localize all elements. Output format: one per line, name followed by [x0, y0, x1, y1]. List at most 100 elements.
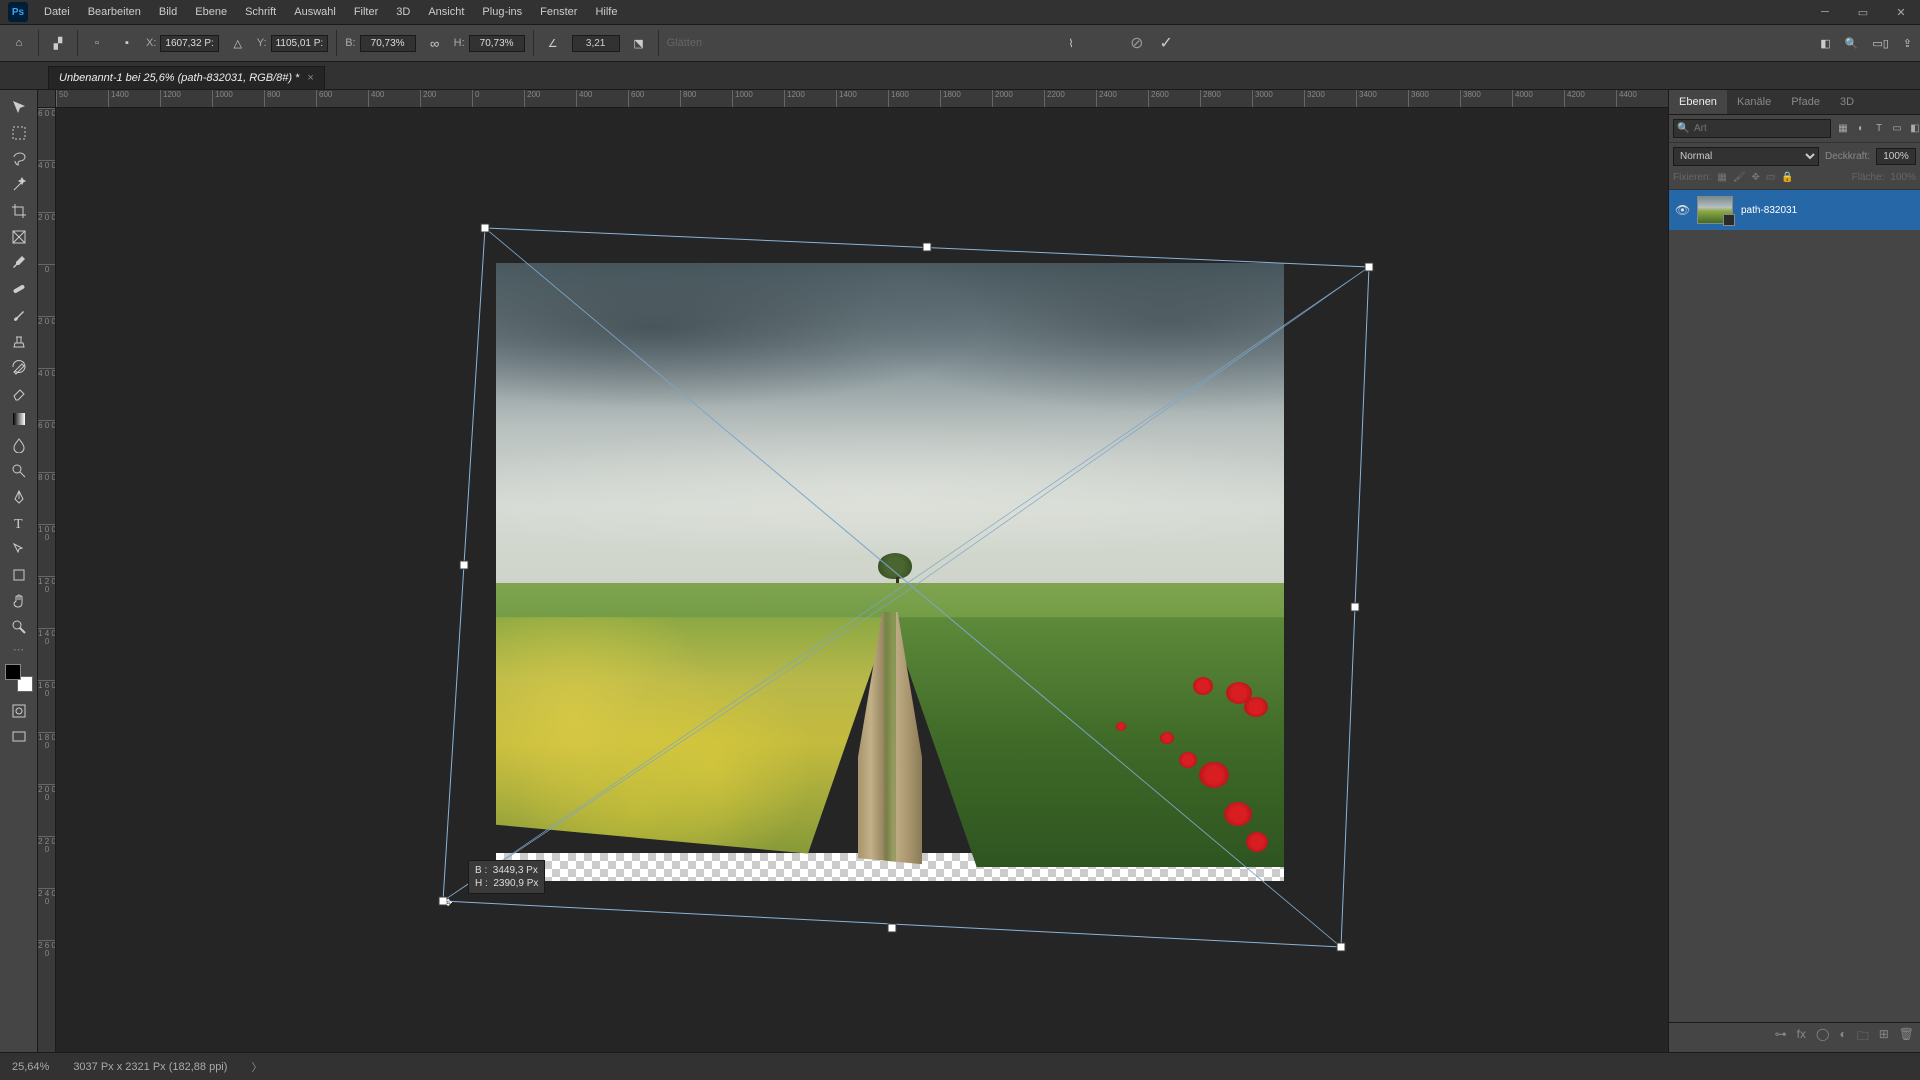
adjustment-layer-icon[interactable]: ◐ [1839, 1027, 1846, 1048]
path-selection-tool[interactable] [4, 536, 34, 562]
opacity-value[interactable]: 100% [1876, 148, 1916, 165]
window-maximize-button[interactable]: ▭ [1844, 0, 1882, 24]
link-aspect-icon[interactable]: ∞ [424, 32, 446, 54]
frame-tool[interactable] [4, 224, 34, 250]
history-brush-tool[interactable] [4, 354, 34, 380]
brush-tool[interactable] [4, 302, 34, 328]
transform-handle-bm[interactable] [888, 924, 896, 932]
crop-tool[interactable] [4, 198, 34, 224]
window-minimize-button[interactable]: ─ [1806, 0, 1844, 24]
blend-mode-select[interactable]: Normal [1673, 147, 1819, 166]
menu-auswahl[interactable]: Auswahl [286, 3, 344, 21]
layer-style-icon[interactable]: fx [1797, 1027, 1806, 1048]
screen-mode-icon[interactable] [4, 724, 34, 750]
transform-handle-tl[interactable] [481, 224, 489, 232]
cloud-docs-icon[interactable]: ◧ [1820, 37, 1830, 50]
filter-shape-icon[interactable]: ▭ [1889, 121, 1905, 137]
cancel-transform-icon[interactable]: ⊘ [1130, 33, 1143, 53]
visibility-toggle-icon[interactable]: 👁 [1675, 203, 1689, 217]
commit-transform-icon[interactable]: ✓ [1160, 33, 1173, 53]
filter-type-icon[interactable]: T [1871, 121, 1887, 137]
blur-tool[interactable] [4, 432, 34, 458]
healing-brush-tool[interactable] [4, 276, 34, 302]
tab-kanaele[interactable]: Kanäle [1727, 90, 1781, 114]
lock-all-icon[interactable]: 🔒 [1781, 172, 1793, 183]
x-value[interactable]: 1607,32 P: [160, 35, 218, 52]
height-value[interactable]: 70,73% [469, 35, 525, 52]
tab-ebenen[interactable]: Ebenen [1669, 90, 1727, 114]
canvas-workspace[interactable]: 5014001200100080060040020002004006008001… [38, 90, 1668, 1052]
type-tool[interactable]: T [4, 510, 34, 536]
window-close-button[interactable]: ✕ [1882, 0, 1920, 24]
lock-nest-icon[interactable]: ▭ [1766, 172, 1775, 183]
menu-ansicht[interactable]: Ansicht [420, 3, 472, 21]
eyedropper-tool[interactable] [4, 250, 34, 276]
transform-handle-tm[interactable] [923, 243, 931, 251]
tab-3d[interactable]: 3D [1830, 90, 1864, 114]
swap-xy-icon[interactable]: △ [227, 32, 249, 54]
fill-value[interactable]: 100% [1890, 172, 1916, 183]
lock-pos-icon[interactable]: ✥ [1752, 172, 1760, 183]
lock-trans-icon[interactable]: ▦ [1717, 172, 1726, 183]
menu-bearbeiten[interactable]: Bearbeiten [80, 3, 149, 21]
document-tab[interactable]: Unbenannt-1 bei 25,6% (path-832031, RGB/… [48, 66, 325, 89]
menu-bild[interactable]: Bild [151, 3, 185, 21]
menu-3d[interactable]: 3D [388, 3, 418, 21]
close-tab-icon[interactable]: × [307, 72, 313, 84]
angle-value[interactable]: 3,21 [572, 35, 620, 52]
filter-pixel-icon[interactable]: ▦ [1835, 121, 1851, 137]
lock-paint-icon[interactable]: 🖌 [1733, 172, 1746, 183]
reference-point-grid[interactable]: ▪ [116, 32, 138, 54]
link-layers-icon[interactable]: ⊶ [1775, 1027, 1787, 1048]
pen-tool[interactable] [4, 484, 34, 510]
width-value[interactable]: 70,73% [360, 35, 416, 52]
transform-handle-mr[interactable] [1351, 603, 1359, 611]
edit-toolbar-icon[interactable]: ⋯ [4, 640, 34, 658]
layer-mask-icon[interactable]: ◯ [1816, 1027, 1829, 1048]
magic-wand-tool[interactable] [4, 172, 34, 198]
layer-filter-input[interactable] [1673, 119, 1831, 138]
zoom-tool[interactable] [4, 614, 34, 640]
ruler-vertical[interactable]: 6 0 04 0 02 0 002 0 04 0 06 0 08 0 01 0 … [38, 108, 56, 1052]
filter-smart-icon[interactable]: ◧ [1907, 121, 1920, 137]
transform-bounding-box[interactable] [56, 108, 356, 258]
zoom-level[interactable]: 25,64% [12, 1061, 49, 1073]
home-icon[interactable]: ⌂ [8, 32, 30, 54]
lasso-tool[interactable] [4, 146, 34, 172]
reference-point-toggle[interactable]: ▫ [86, 32, 108, 54]
menu-datei[interactable]: Datei [36, 3, 78, 21]
move-tool[interactable] [4, 94, 34, 120]
marquee-tool[interactable] [4, 120, 34, 146]
group-layers-icon[interactable]: 🗀 [1857, 1027, 1869, 1048]
shape-tool[interactable] [4, 562, 34, 588]
warp-mode-icon[interactable]: ⌇ [1060, 32, 1082, 54]
search-app-icon[interactable]: 🔍 [1845, 37, 1859, 50]
transform-handle-ml[interactable] [460, 561, 468, 569]
menu-plugins[interactable]: Plug-ins [474, 3, 530, 21]
skew-h-icon[interactable]: ⬔ [628, 32, 650, 54]
quick-mask-icon[interactable] [4, 698, 34, 724]
ruler-origin[interactable] [38, 90, 56, 108]
share-icon[interactable]: ⇪ [1903, 37, 1912, 50]
layer-thumbnail[interactable] [1697, 196, 1733, 224]
new-layer-icon[interactable]: ⊞ [1879, 1027, 1889, 1048]
clone-stamp-tool[interactable] [4, 328, 34, 354]
hand-tool[interactable] [4, 588, 34, 614]
document-canvas[interactable] [496, 263, 1284, 881]
layer-name-label[interactable]: path-832031 [1741, 205, 1797, 216]
doc-info[interactable]: 3037 Px x 2321 Px (182,88 ppi) [73, 1061, 227, 1073]
menu-fenster[interactable]: Fenster [532, 3, 585, 21]
transform-handle-tr[interactable] [1365, 263, 1373, 271]
gradient-tool[interactable] [4, 406, 34, 432]
dodge-tool[interactable] [4, 458, 34, 484]
workspace-switcher-icon[interactable]: ▭▯ [1872, 37, 1888, 50]
y-value[interactable]: 1105,01 P: [271, 35, 329, 52]
transform-handle-br[interactable] [1337, 943, 1345, 951]
menu-ebene[interactable]: Ebene [187, 3, 235, 21]
menu-filter[interactable]: Filter [346, 3, 386, 21]
doc-info-menu-icon[interactable]: 〉 [251, 1059, 262, 1075]
menu-schrift[interactable]: Schrift [237, 3, 284, 21]
transform-tool-icon[interactable]: ▞ [47, 32, 69, 54]
filter-adjust-icon[interactable]: ◐ [1853, 121, 1869, 137]
delete-layer-icon[interactable]: 🗑 [1899, 1027, 1914, 1048]
